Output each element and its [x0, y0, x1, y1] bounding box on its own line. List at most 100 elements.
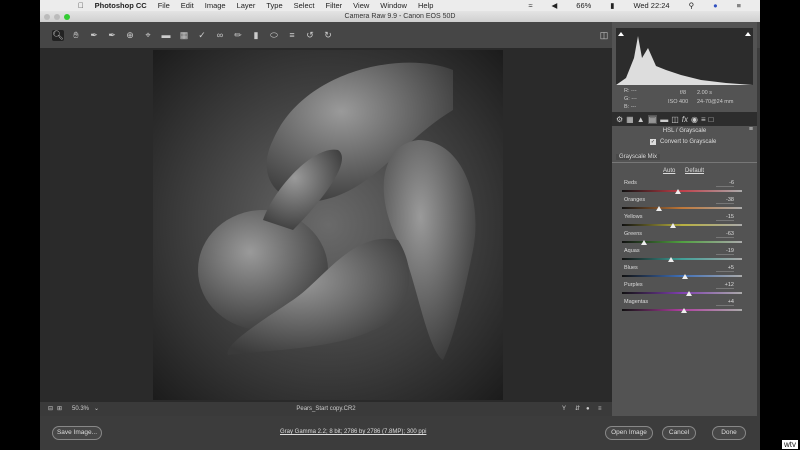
siri-icon[interactable]: ●	[713, 1, 718, 10]
adjustment-brush-icon[interactable]: ✏︎	[232, 30, 244, 41]
menu-view[interactable]: View	[353, 1, 369, 10]
menu-help[interactable]: Help	[418, 1, 433, 10]
menu-type[interactable]: Type	[266, 1, 282, 10]
slider-thumb[interactable]	[670, 223, 676, 228]
slider-oranges[interactable]: Oranges -38	[622, 197, 746, 214]
auto-link[interactable]: Auto	[663, 168, 675, 174]
slider-track[interactable]	[622, 258, 742, 260]
fullscreen-icon[interactable]: ◫	[598, 30, 610, 41]
straighten-tool-icon[interactable]: ▬	[160, 30, 172, 40]
slider-value-input[interactable]: -38	[716, 197, 734, 204]
slider-yellows[interactable]: Yellows -15	[622, 214, 746, 231]
checkbox-icon[interactable]: ✓	[650, 139, 656, 145]
spot-removal-icon[interactable]: ✓	[196, 30, 208, 41]
slider-thumb[interactable]	[686, 291, 693, 296]
menu-file[interactable]: File	[158, 1, 170, 10]
title-bar: Camera Raw 9.9 - Canon EOS 50D	[40, 11, 760, 22]
slider-purples[interactable]: Purples +12	[622, 282, 746, 299]
graduated-filter-icon[interactable]: ▮	[250, 30, 262, 41]
slider-thumb[interactable]	[682, 274, 688, 279]
done-button[interactable]: Done	[712, 426, 746, 440]
slider-blues[interactable]: Blues +5	[622, 265, 746, 282]
iso: ISO 400	[668, 99, 689, 105]
slider-track[interactable]	[622, 241, 742, 243]
apple-icon[interactable]: 	[78, 1, 84, 10]
notification-icon[interactable]: ≡	[737, 1, 741, 10]
convert-grayscale-checkbox[interactable]: ✓ Convert to Grayscale	[650, 139, 716, 145]
filename: Pears_Start copy.CR2	[296, 406, 356, 412]
menu-window[interactable]: Window	[380, 1, 407, 10]
image-preview[interactable]	[40, 48, 612, 402]
slider-value-input[interactable]: +5	[716, 265, 734, 272]
slider-track[interactable]	[622, 190, 742, 192]
tab-effects-icon[interactable]: fx	[682, 115, 688, 124]
slider-value-input[interactable]: -15	[716, 214, 734, 221]
white-balance-tool-icon[interactable]: ✒	[88, 30, 100, 41]
slider-aquas[interactable]: Aquas -19	[622, 248, 746, 265]
slider-thumb[interactable]	[656, 206, 663, 211]
tab-camera-calibration-icon[interactable]: ◉	[691, 115, 698, 124]
slider-track[interactable]	[622, 292, 742, 294]
slider-thumb[interactable]	[681, 308, 688, 313]
tab-tone-curve-icon[interactable]: ▦	[626, 115, 634, 124]
panel-menu-icon[interactable]: ≡	[749, 126, 753, 133]
menu-filter[interactable]: Filter	[325, 1, 342, 10]
slider-track[interactable]	[622, 207, 742, 209]
shadow-clipping-icon	[618, 32, 624, 36]
radial-filter-icon[interactable]: ⬭	[268, 30, 280, 41]
slider-value-input[interactable]: -19	[716, 248, 734, 255]
slider-magentas[interactable]: Magentas +4	[622, 299, 746, 316]
menu-edit[interactable]: Edit	[181, 1, 194, 10]
copy-settings-icon[interactable]: ●	[586, 402, 590, 416]
cancel-button[interactable]: Cancel	[662, 426, 696, 440]
clock[interactable]: Wed 22:24	[633, 1, 669, 10]
zoom-button[interactable]	[64, 14, 70, 20]
slider-label: Reds	[624, 180, 637, 186]
rotate-right-icon[interactable]: ↻	[322, 30, 334, 41]
tab-hsl-icon[interactable]: ▤	[647, 114, 658, 124]
volume-icon[interactable]: ◀	[552, 1, 558, 10]
menu-layer[interactable]: Layer	[237, 1, 256, 10]
menu-image[interactable]: Image	[205, 1, 226, 10]
zoom-tool-icon[interactable]: 🔍︎	[52, 29, 64, 41]
menu-app[interactable]: Photoshop CC	[95, 1, 147, 10]
slider-value-input[interactable]: +12	[716, 282, 734, 289]
workflow-options-link[interactable]: Gray Gamma 2.2; 8 bit; 2786 by 2786 (7.8…	[280, 429, 426, 435]
color-sampler-icon[interactable]: ✒	[106, 30, 118, 41]
view-settings-icon[interactable]: ≡	[598, 402, 602, 416]
tab-detail-icon[interactable]: ▲	[637, 115, 645, 124]
before-after-icon[interactable]: Y	[562, 402, 566, 416]
tab-grayscale-mix[interactable]: Grayscale Mix	[616, 154, 661, 160]
swap-icon[interactable]: ⇵	[575, 402, 580, 416]
transform-tool-icon[interactable]: ▦	[178, 30, 190, 41]
preferences-icon[interactable]: ≡	[286, 30, 298, 40]
slider-thumb[interactable]	[667, 257, 674, 262]
menu-select[interactable]: Select	[294, 1, 315, 10]
crop-tool-icon[interactable]: ⌖	[142, 30, 154, 41]
slider-track[interactable]	[622, 224, 742, 226]
slider-reds[interactable]: Reds -6	[622, 180, 746, 197]
save-image-button[interactable]: Save Image...	[52, 426, 102, 440]
tab-snapshots-icon[interactable]: □	[709, 115, 714, 124]
red-eye-icon[interactable]: ∞	[214, 30, 226, 40]
targeted-adjustment-icon[interactable]: ⊕	[124, 30, 136, 41]
slider-greens[interactable]: Greens -63	[622, 231, 746, 248]
tab-basic-icon[interactable]: ⚙	[616, 115, 623, 124]
default-link[interactable]: Default	[685, 168, 704, 174]
slider-value-input[interactable]: +4	[716, 299, 734, 306]
spotlight-icon[interactable]: ⚲	[689, 1, 695, 10]
tab-lens-icon[interactable]: ◫	[671, 115, 679, 124]
slider-value-input[interactable]: -63	[716, 231, 734, 238]
minimize-button[interactable]	[54, 14, 60, 20]
battery-percent[interactable]: 66%	[576, 1, 591, 10]
open-image-button[interactable]: Open Image	[605, 426, 653, 440]
tab-presets-icon[interactable]: ≡	[701, 115, 706, 124]
rotate-left-icon[interactable]: ↺	[304, 30, 316, 41]
slider-value-input[interactable]: -6	[716, 180, 734, 187]
slider-thumb[interactable]	[675, 189, 682, 194]
hand-tool-icon[interactable]: ✋︎	[70, 30, 82, 41]
wifi-icon[interactable]: ≈	[528, 1, 532, 10]
slider-thumb[interactable]	[641, 240, 648, 245]
tab-split-toning-icon[interactable]: ▬	[660, 115, 668, 124]
close-button[interactable]	[44, 14, 50, 20]
